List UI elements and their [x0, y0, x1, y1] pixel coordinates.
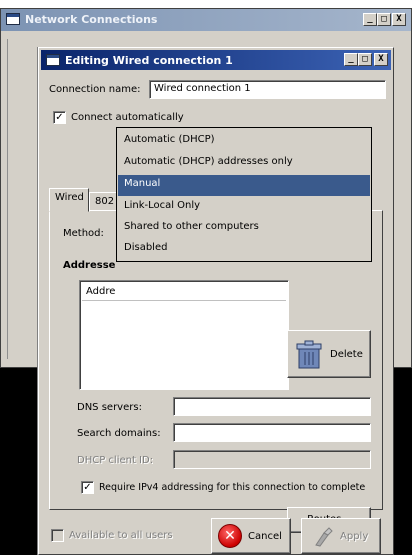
nc-maximize-button[interactable]: □ [377, 13, 391, 26]
addresses-list[interactable]: Addre [79, 280, 289, 390]
dialog-menu-icon[interactable] [46, 54, 60, 66]
dialog-titlebar[interactable]: Editing Wired connection 1 _ □ X [41, 50, 391, 70]
method-option-automatic-dhcp[interactable]: Automatic (DHCP) [118, 131, 370, 152]
search-domains-label: Search domains: [77, 428, 161, 439]
method-option-disabled[interactable]: Disabled [118, 239, 370, 260]
cancel-button[interactable]: ✕ Cancel [211, 518, 291, 554]
delete-icon [296, 340, 322, 369]
available-to-all-users-label: Available to all users [69, 530, 173, 541]
method-option-dhcp-addresses-only[interactable]: Automatic (DHCP) addresses only [118, 153, 370, 174]
method-option-link-local-only[interactable]: Link-Local Only [118, 197, 370, 218]
edit-connection-dialog: Editing Wired connection 1 _ □ X Connect… [38, 47, 394, 555]
apply-label: Apply [340, 531, 369, 542]
window-menu-icon[interactable] [6, 13, 20, 25]
connect-automatically-checkbox[interactable]: ✓ [53, 111, 66, 124]
dialog-title: Editing Wired connection 1 [65, 54, 233, 67]
addresses-column-header[interactable]: Addre [82, 283, 286, 301]
require-ipv4-checkbox[interactable]: ✓ [81, 481, 94, 494]
connection-name-input[interactable]: Wired connection 1 [149, 80, 386, 99]
method-option-shared[interactable]: Shared to other computers [118, 218, 370, 239]
dhcp-client-id-label: DHCP client ID: [77, 455, 154, 466]
cancel-label: Cancel [248, 531, 282, 542]
connect-automatically-label[interactable]: Connect automatically [71, 112, 184, 123]
delete-button[interactable]: Delete [287, 330, 371, 378]
dns-servers-label: DNS servers: [77, 402, 142, 413]
tab-wired[interactable]: Wired [49, 188, 89, 212]
dialog-maximize-button[interactable]: □ [358, 53, 372, 66]
dhcp-client-id-input[interactable] [173, 450, 371, 469]
dialog-minimize-button[interactable]: _ [344, 53, 358, 66]
nc-titlebar[interactable]: Network Connections _ □ X [1, 9, 411, 31]
connection-name-label: Connection name: [49, 84, 141, 95]
nc-title: Network Connections [25, 13, 158, 26]
nc-minimize-button[interactable]: _ [363, 13, 377, 26]
dialog-close-button[interactable]: X [374, 53, 388, 66]
dns-servers-input[interactable] [173, 397, 371, 416]
apply-button[interactable]: Apply [301, 518, 381, 554]
nc-close-button[interactable]: X [392, 13, 406, 26]
method-dropdown-list[interactable]: Automatic (DHCP) Automatic (DHCP) addres… [116, 127, 372, 262]
tab-802[interactable]: 802 [89, 192, 119, 212]
require-ipv4-label[interactable]: Require IPv4 addressing for this connect… [99, 482, 365, 493]
apply-icon [315, 527, 333, 547]
method-option-manual[interactable]: Manual [118, 175, 370, 196]
address-column-label: Addre [86, 286, 116, 297]
delete-label: Delete [330, 349, 363, 360]
cancel-icon: ✕ [218, 524, 242, 548]
method-label: Method: [63, 228, 104, 239]
addresses-label: Addresse [63, 260, 116, 271]
available-to-all-users-checkbox[interactable] [51, 529, 64, 542]
search-domains-input[interactable] [173, 423, 371, 442]
